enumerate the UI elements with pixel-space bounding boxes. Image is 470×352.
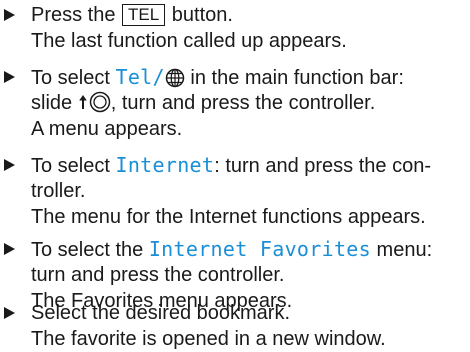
text-segment: : turn and press the con- [214, 155, 432, 177]
bullet-arrow-icon [4, 9, 15, 21]
result-line: A menu appears. [0, 116, 470, 142]
step-select-internet: To select Internet: turn and press the c… [0, 152, 470, 230]
menu-item-internet-favorites: Internet Favorites [148, 237, 371, 261]
result-line: The favorite is opened in a new window. [0, 326, 470, 352]
result-line: The menu for the Internet functions appe… [0, 204, 470, 230]
step-line: Select the desired bookmark. [0, 300, 470, 326]
step-line: To select Tel/ in the main function bar: [0, 64, 470, 90]
text-segment: slide [31, 92, 78, 114]
result-text: The last function called up appears. [31, 30, 347, 52]
step-select-tel: To select Tel/ in the main function bar:… [0, 64, 470, 142]
menu-item-internet: Internet [115, 153, 215, 177]
result-text: A menu appears. [31, 118, 183, 140]
text-segment: To select the [31, 239, 149, 261]
text-segment: , turn and press the controller. [110, 92, 376, 114]
step-line: To select Internet: turn and press the c… [0, 152, 470, 178]
text-segment: To select [31, 155, 116, 177]
step-line: To select the Internet Favorites menu: [0, 236, 470, 262]
text-segment: turn and press the controller. [31, 264, 285, 286]
result-line: The last function called up appears. [0, 28, 470, 54]
text-segment: troller. [31, 180, 86, 202]
bullet-arrow-icon [4, 159, 15, 171]
text-segment: Select the desired bookmark. [31, 302, 291, 324]
result-text: The favorite is opened in a new window. [31, 328, 386, 350]
step-line: Press the TEL button. [0, 2, 470, 28]
step-line: troller. [0, 178, 470, 204]
text-segment: Press the [31, 4, 122, 26]
result-text: The menu for the Internet functions appe… [31, 206, 426, 228]
text-segment: To select [31, 67, 116, 89]
text-segment: menu: [370, 239, 433, 261]
step-select-bookmark: Select the desired bookmark. The favorit… [0, 300, 470, 352]
bullet-arrow-icon [4, 307, 15, 319]
bullet-arrow-icon [4, 71, 15, 83]
tel-key-label: TEL [122, 4, 166, 26]
text-segment: button. [166, 4, 233, 26]
bullet-arrow-icon [4, 243, 15, 255]
menu-item-tel: Tel/ [115, 65, 165, 89]
step-line: slide , turn and press the controller. [0, 90, 470, 116]
text-segment: in the main function bar: [184, 67, 404, 89]
step-line: turn and press the controller. [0, 262, 470, 288]
step-press-tel: Press the TEL button. The last function … [0, 2, 470, 54]
instruction-steps: Press the TEL button. The last function … [0, 0, 470, 352]
